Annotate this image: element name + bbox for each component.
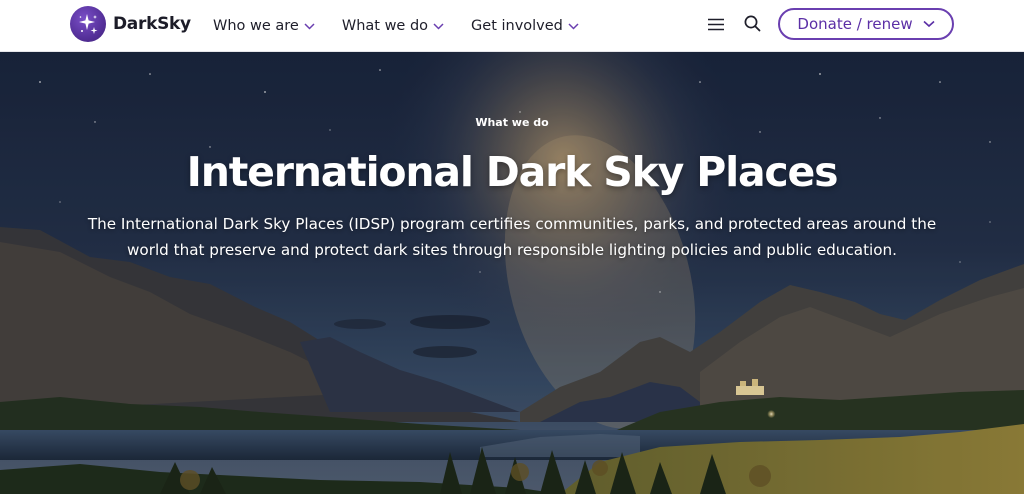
donate-renew-button[interactable]: Donate / renew xyxy=(778,8,954,40)
nav-item-what-we-do[interactable]: What we do xyxy=(342,18,444,34)
nav-item-label: Get involved xyxy=(471,18,563,34)
nav-item-get-involved[interactable]: Get involved xyxy=(471,18,579,34)
header-tools xyxy=(706,14,778,36)
darksky-logo-link[interactable]: DarkSky xyxy=(70,6,191,42)
main-nav: Who we are What we do Get involved xyxy=(213,0,606,52)
page-title: International Dark Sky Places xyxy=(186,148,839,196)
hero-section: What we do International Dark Sky Places… xyxy=(0,52,1024,494)
nav-item-label: Who we are xyxy=(213,18,299,34)
site-header: DarkSky Who we are What we do Get involv… xyxy=(0,0,1024,52)
donate-button-label: Donate / renew xyxy=(797,15,913,33)
hero-description: The International Dark Sky Places (IDSP)… xyxy=(87,215,937,259)
stars-logo-icon xyxy=(70,6,106,42)
menu-button[interactable] xyxy=(706,14,726,36)
nav-item-who-we-are[interactable]: Who we are xyxy=(213,18,315,34)
chevron-down-icon xyxy=(923,20,935,28)
chevron-down-icon xyxy=(433,22,444,30)
chevron-down-icon xyxy=(304,22,315,30)
chevron-down-icon xyxy=(568,22,579,30)
search-icon xyxy=(744,15,761,36)
hero-eyebrow: What we do xyxy=(475,116,549,129)
nav-item-label: What we do xyxy=(341,18,429,34)
brand-name: DarkSky xyxy=(113,14,191,34)
search-button[interactable] xyxy=(742,14,762,36)
hamburger-menu-icon xyxy=(708,16,724,35)
